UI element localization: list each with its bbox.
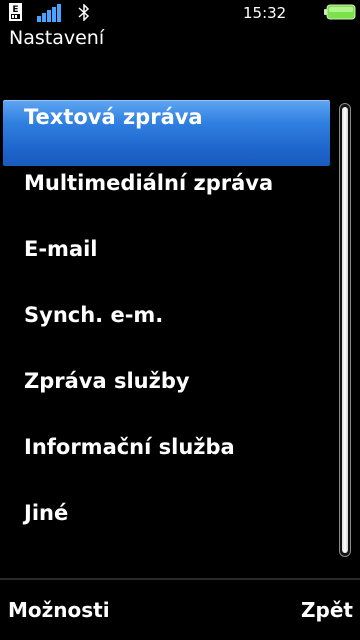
page-title: Nastavení bbox=[9, 27, 105, 49]
status-bar: E 15:32 bbox=[0, 0, 360, 26]
back-softkey[interactable]: Zpět bbox=[301, 598, 353, 622]
menu-item-service-message[interactable]: Zpráva služby bbox=[0, 364, 334, 430]
menu-item-label: Synch. e-m. bbox=[24, 303, 164, 327]
clock: 15:32 bbox=[243, 4, 287, 22]
signal-strength-icon bbox=[37, 4, 61, 22]
softkey-bar: Možnosti Zpět bbox=[0, 580, 360, 640]
menu-item-multimedia-message[interactable]: Multimediální zpráva bbox=[0, 166, 334, 232]
menu-item-email[interactable]: E-mail bbox=[0, 232, 334, 298]
menu-item-email-sync[interactable]: Synch. e-m. bbox=[0, 298, 334, 364]
menu-item-other[interactable]: Jiné bbox=[0, 496, 334, 562]
menu-item-text-message[interactable]: Textová zpráva bbox=[3, 100, 330, 166]
menu-item-label: Informační služba bbox=[24, 435, 235, 459]
menu-item-label: Jiné bbox=[24, 501, 69, 525]
menu-item-label: E-mail bbox=[24, 237, 98, 261]
svg-text:E: E bbox=[12, 5, 18, 15]
options-softkey[interactable]: Možnosti bbox=[8, 598, 110, 622]
menu-item-cell-broadcast[interactable]: Informační služba bbox=[0, 430, 334, 496]
menu-item-label: Zpráva služby bbox=[24, 369, 190, 393]
scrollbar-thumb[interactable] bbox=[342, 107, 348, 553]
network-e-icon: E bbox=[9, 3, 22, 21]
menu-item-label: Textová zpráva bbox=[24, 105, 203, 129]
battery-icon bbox=[324, 4, 356, 20]
menu-item-label: Multimediální zpráva bbox=[24, 171, 274, 195]
scrollbar[interactable] bbox=[339, 103, 351, 557]
bluetooth-icon bbox=[78, 4, 90, 21]
settings-menu-list: Textová zpráva Multimediální zpráva E-ma… bbox=[0, 100, 334, 562]
